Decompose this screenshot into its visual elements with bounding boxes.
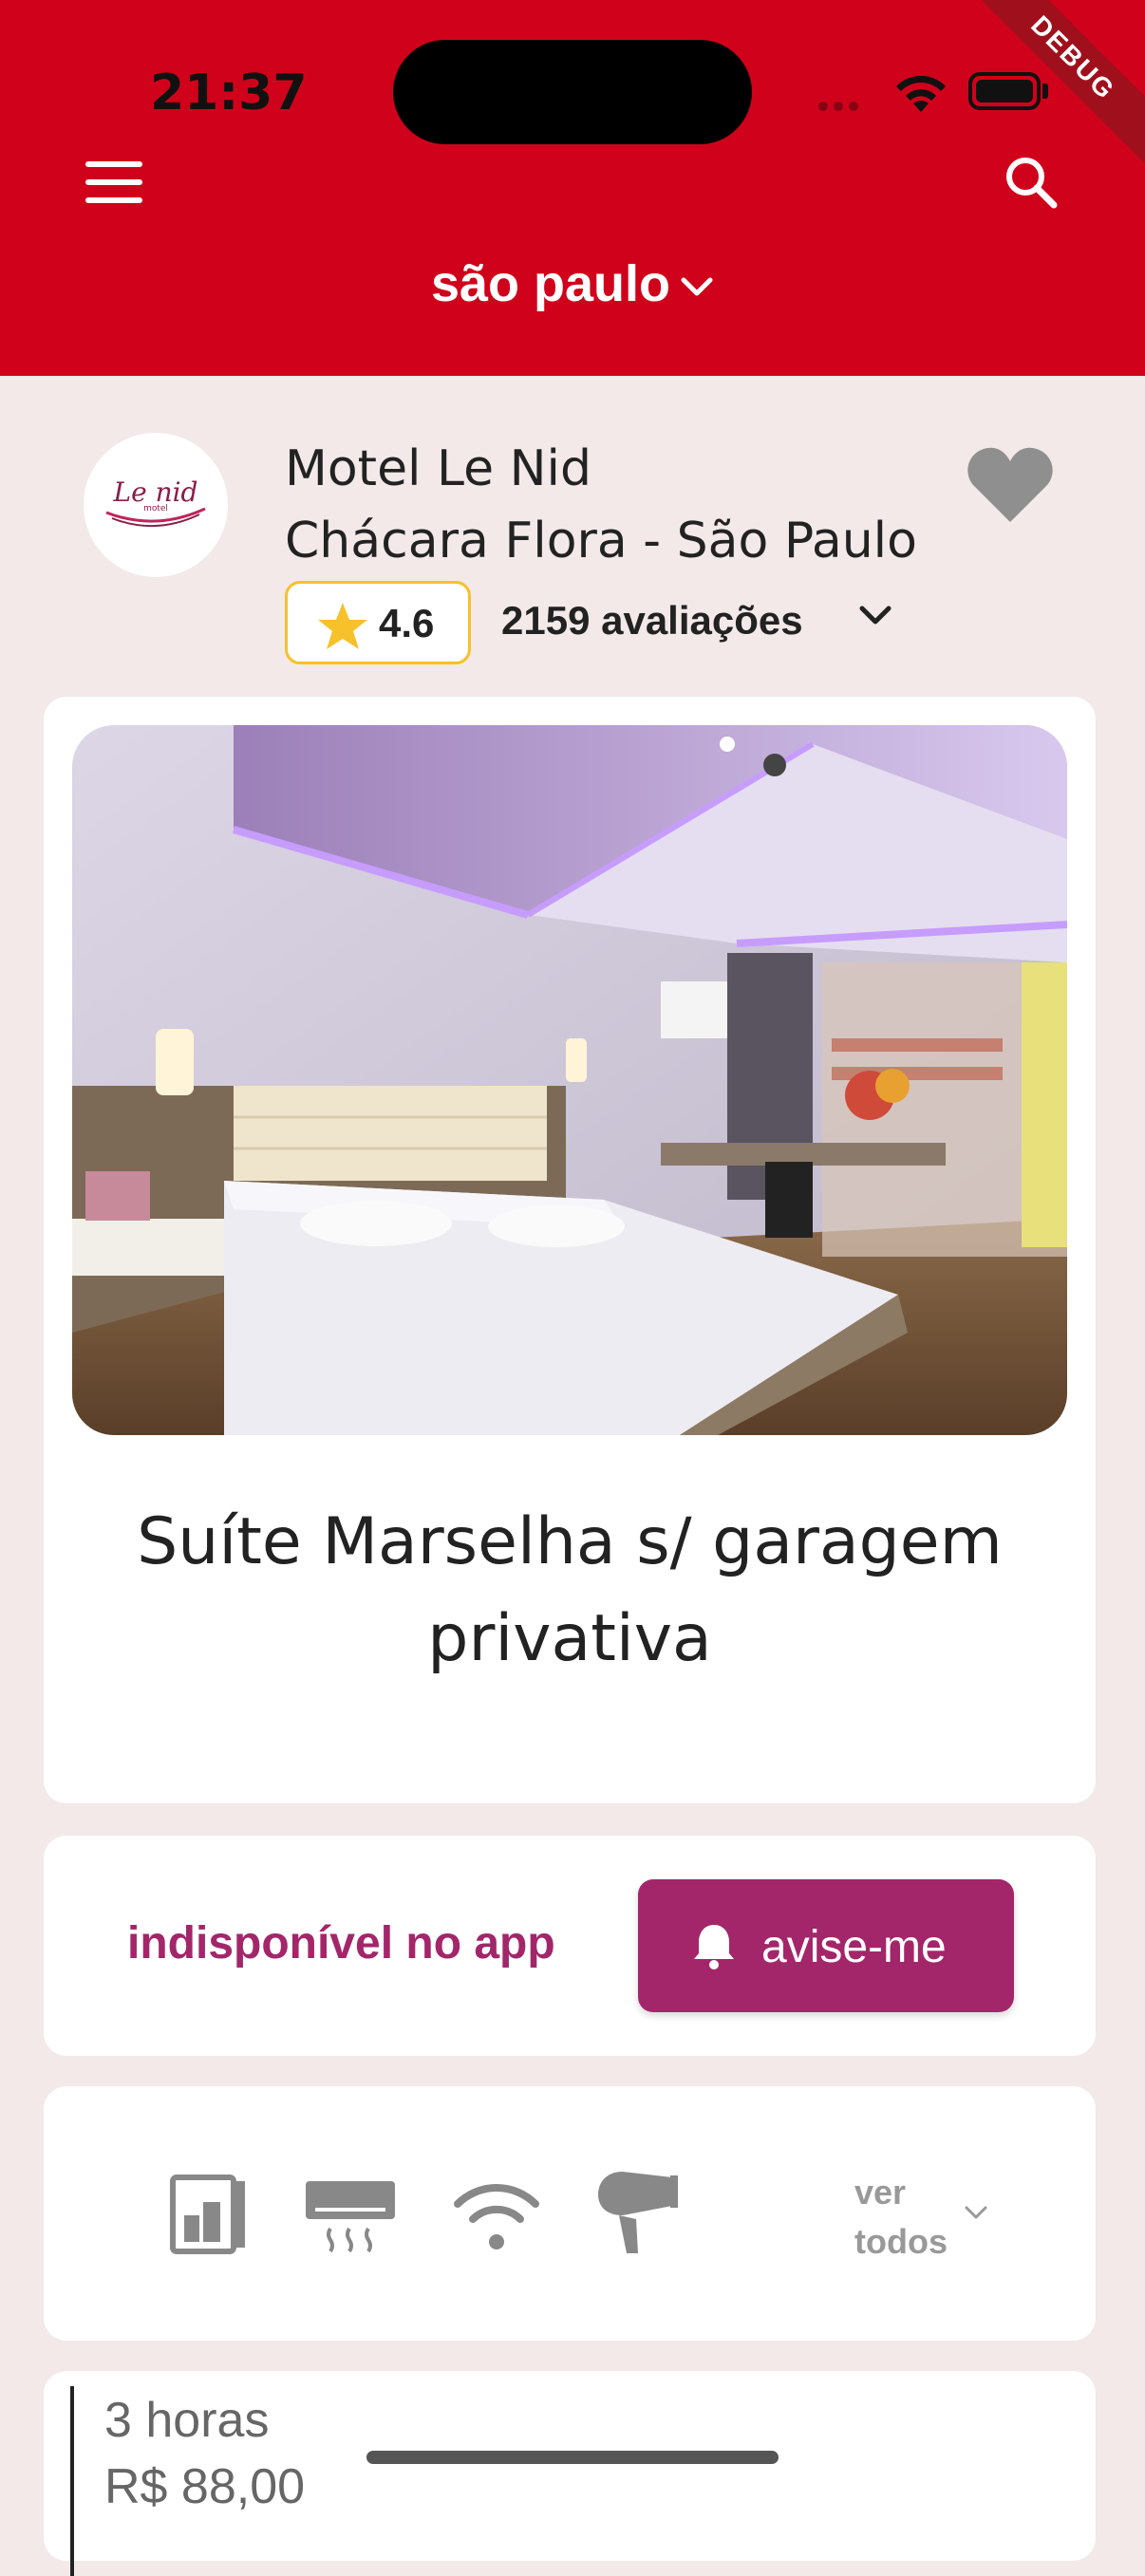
air-conditioner-icon <box>306 2181 395 2253</box>
search-icon[interactable] <box>1001 152 1061 213</box>
menu-icon[interactable] <box>85 161 142 203</box>
availability-status: indisponível no app <box>127 1918 555 1969</box>
see-all-label: ver todos <box>854 2173 948 2261</box>
app-header: 21:37 DEBUG são paulo <box>0 0 1145 376</box>
wifi-status-icon <box>896 75 946 112</box>
bell-icon <box>694 1925 734 1969</box>
battery-icon <box>968 72 1041 110</box>
chevron-down-icon[interactable] <box>858 604 892 628</box>
home-indicator[interactable] <box>366 2451 779 2464</box>
amenities-card: ver todos <box>44 2086 1096 2341</box>
motel-logo: Le nid motel <box>84 433 228 577</box>
suite-card[interactable]: Suíte Marselha s/ garagem privativa <box>44 697 1096 1803</box>
dynamic-island <box>393 40 752 144</box>
favorite-heart-icon[interactable] <box>965 444 1056 524</box>
rating-value: 4.6 <box>379 601 435 645</box>
motel-name: Motel Le Nid <box>285 440 591 497</box>
frigobar-icon <box>170 2175 245 2254</box>
rating-badge: 4.6 <box>285 581 471 664</box>
city-label: são paulo <box>430 255 671 312</box>
star-icon <box>318 603 367 649</box>
city-selector[interactable]: são paulo <box>0 254 1145 313</box>
price-value: R$ 88,00 <box>104 2459 306 2514</box>
notify-me-label: avise-me <box>761 1922 947 1972</box>
availability-card: indisponível no app avise-me <box>44 1836 1096 2056</box>
chevron-down-icon <box>681 277 713 296</box>
suite-photo[interactable] <box>72 725 1067 1435</box>
pricing-card[interactable]: 3 horas R$ 88,00 <box>44 2371 1096 2576</box>
suite-name: Suíte Marselha s/ garagem privativa <box>137 1504 1003 1676</box>
motel-location: Chácara Flora - São Paulo <box>285 513 917 569</box>
notify-me-button[interactable]: avise-me <box>638 1879 1014 2012</box>
see-all-amenities[interactable]: ver todos <box>854 2168 968 2267</box>
hair-dryer-icon <box>598 2172 678 2253</box>
cellular-signal-icon <box>818 99 877 112</box>
status-time: 21:37 <box>150 65 308 121</box>
svg-text:motel: motel <box>143 504 168 513</box>
wifi-icon <box>454 2184 539 2249</box>
chevron-down-icon[interactable] <box>963 2204 989 2221</box>
reviews-count[interactable]: 2159 avaliações <box>501 598 803 644</box>
price-duration: 3 horas <box>104 2393 270 2448</box>
